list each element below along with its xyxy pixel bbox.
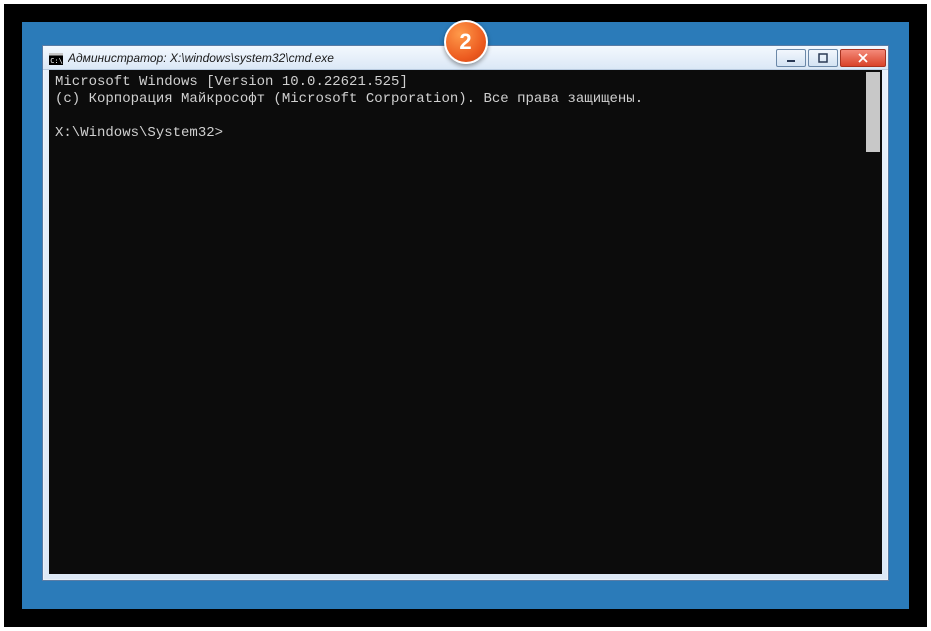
- minimize-button[interactable]: [776, 49, 806, 67]
- close-button[interactable]: [840, 49, 886, 67]
- step-badge: 2: [444, 20, 488, 64]
- output-line: (c) Корпорация Майкрософт (Microsoft Cor…: [55, 91, 643, 107]
- desktop-background: 2 C:\ Администратор: X:\windows\system32…: [22, 22, 909, 609]
- vertical-scrollbar[interactable]: [866, 72, 880, 152]
- window-controls: [776, 49, 886, 67]
- output-line: Microsoft Windows [Version 10.0.22621.52…: [55, 74, 408, 90]
- cmd-window: C:\ Администратор: X:\windows\system32\c…: [42, 45, 889, 581]
- maximize-button[interactable]: [808, 49, 838, 67]
- step-number: 2: [459, 29, 471, 55]
- screenshot-frame: 2 C:\ Администратор: X:\windows\system32…: [4, 4, 927, 627]
- terminal-area[interactable]: Microsoft Windows [Version 10.0.22621.52…: [49, 70, 882, 574]
- window-title: Администратор: X:\windows\system32\cmd.e…: [68, 51, 776, 65]
- terminal-output[interactable]: Microsoft Windows [Version 10.0.22621.52…: [49, 70, 882, 574]
- cmd-icon: C:\: [49, 52, 63, 64]
- svg-text:C:\: C:\: [50, 57, 63, 65]
- prompt: X:\Windows\System32>: [55, 125, 223, 141]
